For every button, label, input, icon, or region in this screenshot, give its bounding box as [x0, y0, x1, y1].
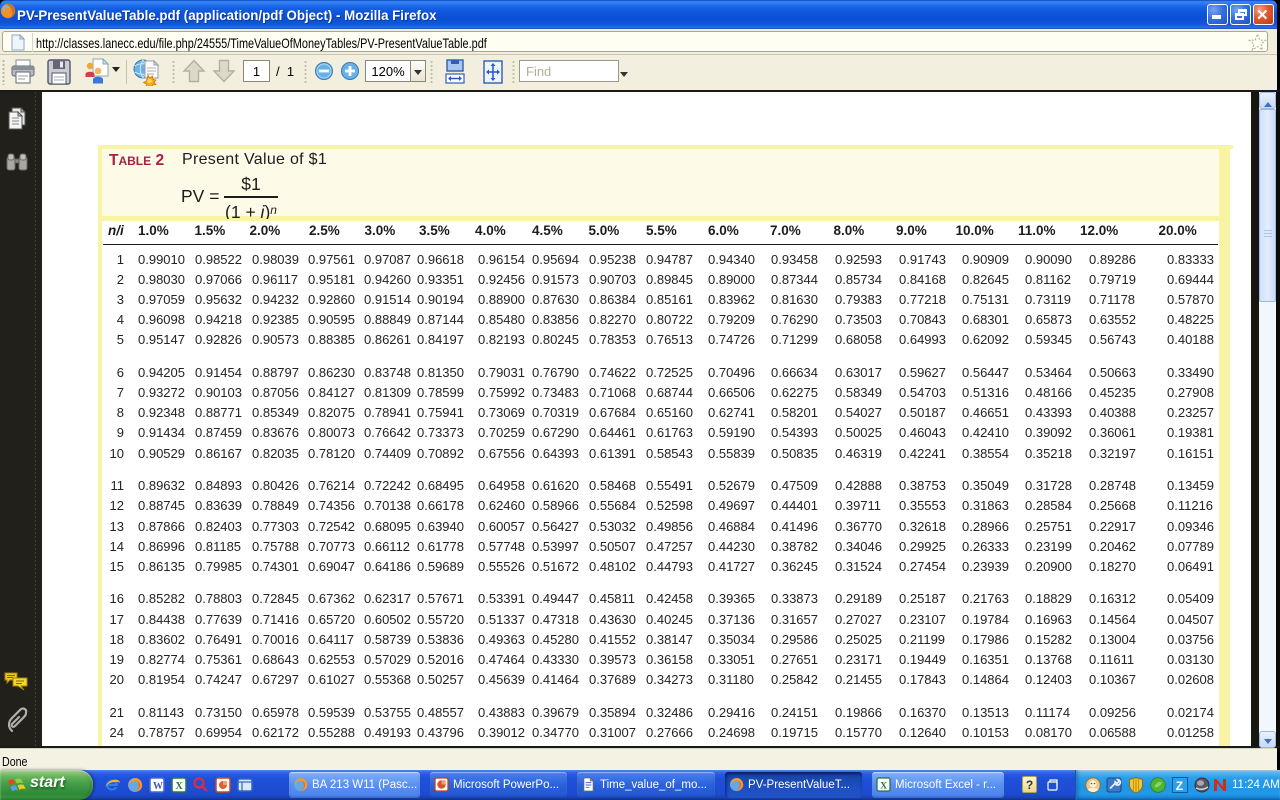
svg-text:X: X — [880, 781, 887, 791]
svg-text:X: X — [176, 781, 184, 792]
svg-text:W: W — [153, 781, 163, 792]
svg-text:Z: Z — [1176, 779, 1183, 793]
